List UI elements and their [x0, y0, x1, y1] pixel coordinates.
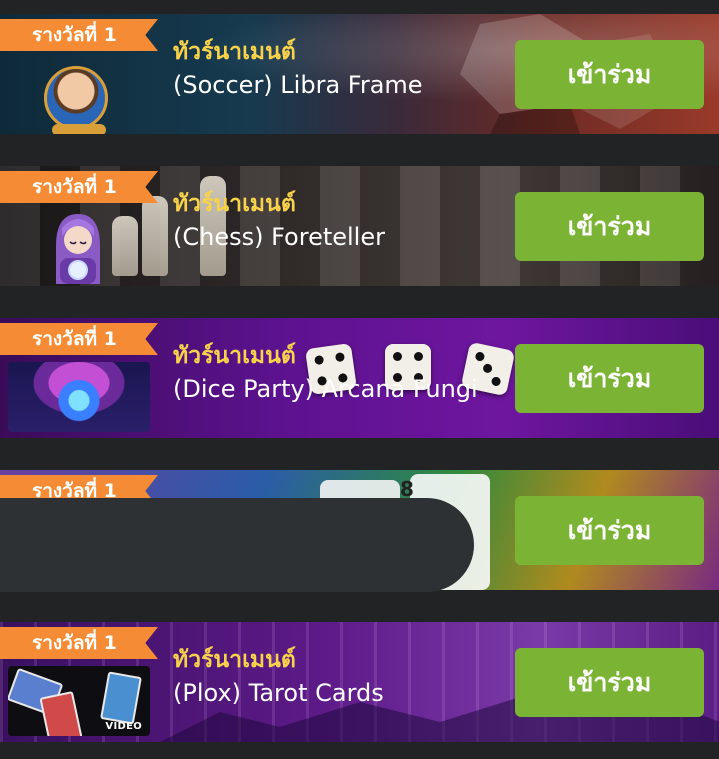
join-button[interactable]: เข้าร่วม — [515, 648, 704, 717]
join-button[interactable]: เข้าร่วม — [515, 40, 704, 109]
fortune-teller-icon — [48, 206, 108, 286]
tournament-title: ทัวร์นาเมนต์ — [173, 647, 296, 673]
tournament-card-tarot[interactable]: รางวัลที่ 1 VIDEO ทัวร์นาเมนต์ (Plox) Ta… — [0, 622, 719, 742]
tournament-title: ทัวร์นาเมนต์ — [173, 191, 296, 217]
join-button[interactable]: เข้าร่วม — [515, 496, 704, 565]
video-label: VIDEO — [105, 721, 142, 732]
tournament-card-dice-party[interactable]: รางวัลที่ 1 ทัวร์นาเมนต์ (Dice Party) Ar… — [0, 318, 719, 438]
tournament-card-chess[interactable]: รางวัลที่ 1 ทัวร์นาเมนต์ (Chess) Foretel… — [0, 166, 719, 286]
join-button[interactable]: เข้าร่วม — [515, 192, 704, 261]
tournament-title: ทัวร์นาเมนต์ — [173, 39, 296, 65]
tournament-title: ทัวร์นาเมนต์ — [173, 343, 296, 369]
tournament-info: ทัวร์นาเมนต์ (Plox) Tarot Cards — [173, 644, 384, 710]
tarot-video-thumbnail[interactable]: VIDEO — [8, 666, 150, 736]
tournament-info: ทัวร์นาเมนต์ (Chess) Foreteller — [173, 188, 385, 254]
prize-badge: รางวัลที่ 1 — [0, 627, 158, 659]
tournament-list: รางวัลที่ 1 ทัวร์นาเมนต์ (Soccer) Libra … — [0, 0, 719, 759]
profile-avatar-icon — [44, 66, 108, 134]
prize-badge: รางวัลที่ 1 — [0, 19, 158, 51]
arcana-fungi-image — [8, 362, 150, 432]
prize-badge: รางวัลที่ 1 — [0, 323, 158, 355]
chess-piece-icon — [112, 216, 138, 276]
tournament-card-soccer[interactable]: รางวัลที่ 1 ทัวร์นาเมนต์ (Soccer) Libra … — [0, 14, 719, 134]
tournament-info: ทัวร์นาเมนต์ (Soccer) Libra Frame — [173, 36, 423, 102]
tournament-info: ทัวร์นาเมนต์ (Dice Party) Arcana Fungi — [173, 340, 478, 406]
tournament-game-name: (Soccer) Libra Frame — [173, 71, 423, 99]
join-button[interactable]: เข้าร่วม — [515, 344, 704, 413]
tournament-game-name: (Dice Party) Arcana Fungi — [173, 375, 478, 403]
prize-badge: รางวัลที่ 1 — [0, 171, 158, 203]
redaction-overlay — [0, 498, 474, 592]
chess-piece-icon — [142, 196, 168, 276]
tournament-game-name: (Chess) Foreteller — [173, 223, 385, 251]
tournament-game-name: (Plox) Tarot Cards — [173, 679, 384, 707]
